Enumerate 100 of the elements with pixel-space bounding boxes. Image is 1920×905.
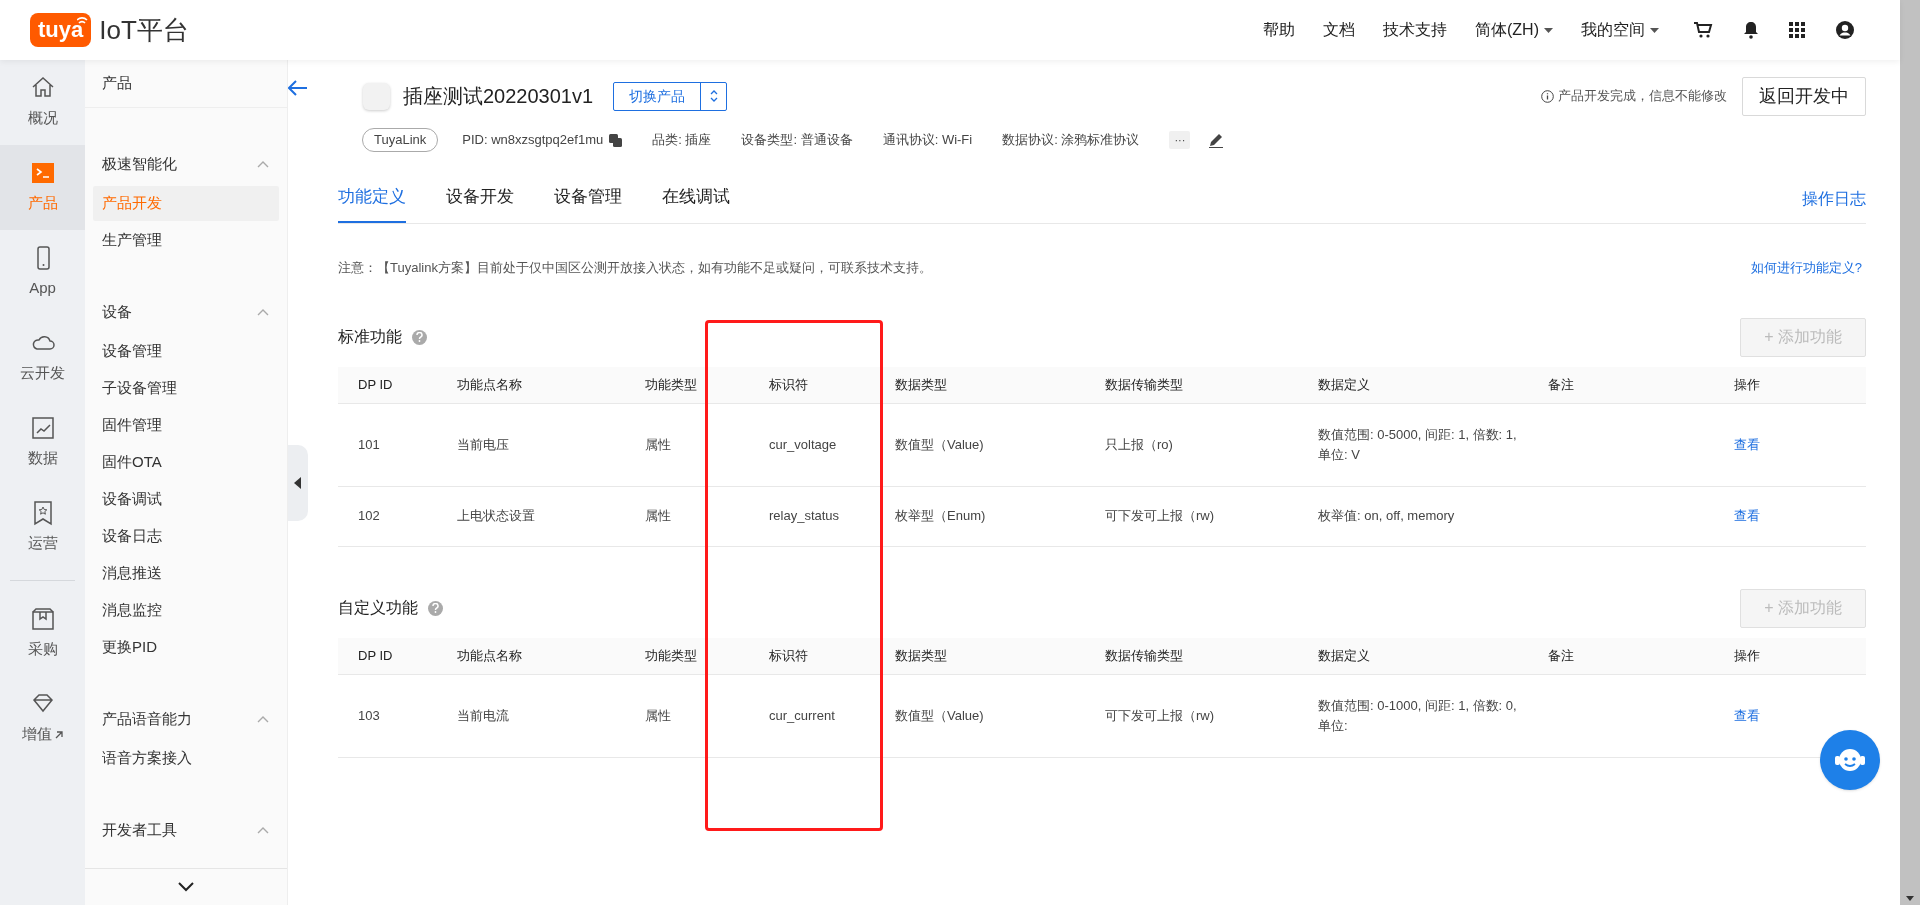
menu-item[interactable]: 消息监控	[93, 593, 279, 628]
package-icon	[29, 606, 56, 633]
menu-item[interactable]: 固件管理	[93, 408, 279, 443]
menu-item[interactable]: 语音方案接入	[93, 741, 279, 776]
rail-item[interactable]: 采购	[0, 591, 85, 676]
menu-group-header[interactable]: 极速智能化	[102, 152, 177, 176]
rail-label: 产品	[27, 193, 58, 214]
scroll-down-arrow-icon[interactable]	[1906, 896, 1914, 901]
view-link[interactable]: 查看	[1734, 506, 1760, 526]
copy-icon[interactable]	[609, 133, 623, 147]
column-header: 功能类型	[645, 375, 698, 394]
table-cell-text: 上电状态设置	[457, 507, 536, 526]
more-button[interactable]: ···	[1169, 131, 1191, 149]
menu-item[interactable]: 设备管理	[93, 334, 279, 369]
column-header: 数据类型	[895, 646, 948, 665]
back-arrow-icon[interactable]	[288, 80, 308, 96]
menu-item[interactable]: 固件OTA	[93, 445, 279, 480]
pid-text: PID: wn8xzsgtpq2ef1mu	[462, 131, 604, 150]
menu-item[interactable]: 设备调试	[93, 482, 279, 517]
chat-bot-button[interactable]	[1820, 730, 1880, 790]
table-cell-text: 可下发可上报（rw)	[1105, 507, 1216, 526]
rail-label: 采购	[27, 639, 58, 660]
scrollbar[interactable]	[1900, 0, 1920, 905]
meta-text: 设备类型: 普通设备	[741, 131, 853, 150]
tab[interactable]: 功能定义	[338, 183, 406, 223]
column-header: 数据传输类型	[1105, 646, 1184, 665]
logo-text: IoT平台	[99, 13, 189, 47]
meta-text: 品类: 插座	[652, 131, 712, 150]
dropdown-menu[interactable]: 我的空间	[1581, 18, 1659, 42]
switch-product-button[interactable]: 切换产品	[613, 81, 728, 111]
nav-link[interactable]: 帮助	[1263, 18, 1295, 42]
column-header: 功能点名称	[457, 646, 523, 665]
edit-pencil-icon[interactable]	[1208, 132, 1225, 148]
rail-item[interactable]: 运营	[0, 485, 85, 570]
operation-log-link[interactable]: 操作日志	[1802, 187, 1866, 223]
column-header: 功能点名称	[457, 375, 523, 394]
section-title: 标准功能	[338, 327, 402, 347]
tab[interactable]: 在线调试	[662, 183, 730, 223]
rail-item[interactable]: 增值	[0, 676, 85, 761]
column-header: DP ID	[358, 375, 394, 394]
caret-down-icon	[1544, 27, 1553, 33]
chevron-down-icon[interactable]	[178, 882, 194, 892]
table-cell-text: 属性	[645, 507, 672, 526]
nav-link[interactable]: 文档	[1323, 18, 1355, 42]
tab[interactable]: 设备管理	[554, 183, 622, 223]
meta-text: 通讯协议: Wi-Fi	[882, 131, 973, 150]
table-cell-text: 属性	[645, 706, 672, 725]
apps-grid-icon[interactable]	[1789, 22, 1805, 38]
section-title: 自定义功能	[338, 598, 418, 618]
view-link[interactable]: 查看	[1734, 434, 1760, 455]
nav-link[interactable]: 技术支持	[1383, 18, 1447, 42]
menu-group-header[interactable]: 开发者工具	[102, 818, 177, 842]
rail-item[interactable]: App	[0, 230, 85, 315]
status-note: 产品开发完成，信息不能修改	[1558, 87, 1727, 106]
view-link[interactable]: 查看	[1734, 705, 1760, 726]
table-cell-text: 103	[358, 706, 381, 725]
triangle-left-icon	[294, 477, 302, 489]
tab[interactable]: 设备开发	[446, 183, 514, 223]
menu-item[interactable]: 子设备管理	[93, 371, 279, 406]
menu-item[interactable]: 设备日志	[93, 519, 279, 554]
rail-item[interactable]: 概况	[0, 60, 85, 145]
table-cell-text: 102	[358, 507, 381, 526]
column-header: 数据定义	[1318, 646, 1371, 665]
dropdown-menu[interactable]: 简体(ZH)	[1475, 18, 1553, 42]
meta-text: 数据协议: 涂鸦标准协议	[1002, 131, 1140, 150]
rail-label: 云开发	[20, 363, 65, 384]
back-to-dev-button[interactable]: 返回开发中	[1742, 76, 1866, 116]
bell-icon[interactable]	[1743, 21, 1759, 39]
rail-label: 概况	[27, 108, 58, 129]
chart-icon	[29, 415, 56, 442]
table-cell-text: 数值范围: 0-5000, 间距: 1, 倍数: 1, 单位: V	[1318, 425, 1518, 464]
rail-label: 数据	[27, 448, 58, 469]
menu-item[interactable]: 生产管理	[93, 223, 279, 258]
table-cell-text: 当前电压	[457, 435, 510, 454]
menu-group-header[interactable]: 设备	[102, 300, 132, 324]
table-cell-text: 101	[358, 435, 381, 454]
menu-item[interactable]: 更换PID	[93, 630, 279, 665]
column-header: 操作	[1734, 646, 1761, 665]
help-link[interactable]: 如何进行功能定义?	[1750, 258, 1862, 278]
rail-item[interactable]: 云开发	[0, 315, 85, 400]
cart-icon[interactable]	[1693, 21, 1713, 39]
column-header: 标识符	[769, 375, 809, 394]
rail-item[interactable]: 数据	[0, 400, 85, 485]
column-header: DP ID	[358, 646, 394, 665]
menu-item[interactable]: 消息推送	[93, 556, 279, 591]
notice-text: 注意：【Tuyalink方案】目前处于仅中国区公测开放接入状态，如有功能不足或疑问，可联系技术支持。	[338, 259, 932, 277]
column-header: 数据传输类型	[1105, 375, 1184, 394]
product-icon	[363, 82, 390, 110]
up-down-caret-icon	[709, 90, 718, 102]
table-cell-text: 枚举型（Enum)	[895, 507, 987, 526]
caret-down-icon	[1650, 27, 1659, 33]
user-avatar-icon[interactable]	[1835, 20, 1855, 40]
logo-badge: tuya	[30, 13, 92, 47]
collapse-handle[interactable]	[288, 445, 308, 521]
rail-label: 运营	[27, 533, 58, 554]
menu-group-header[interactable]: 产品语音能力	[102, 707, 192, 731]
column-header: 备注	[1548, 646, 1575, 665]
table-cell-text: 数值型（Value)	[895, 706, 985, 725]
column-header: 功能类型	[645, 646, 698, 665]
table-cell-text: 可下发可上报（rw)	[1105, 706, 1216, 725]
